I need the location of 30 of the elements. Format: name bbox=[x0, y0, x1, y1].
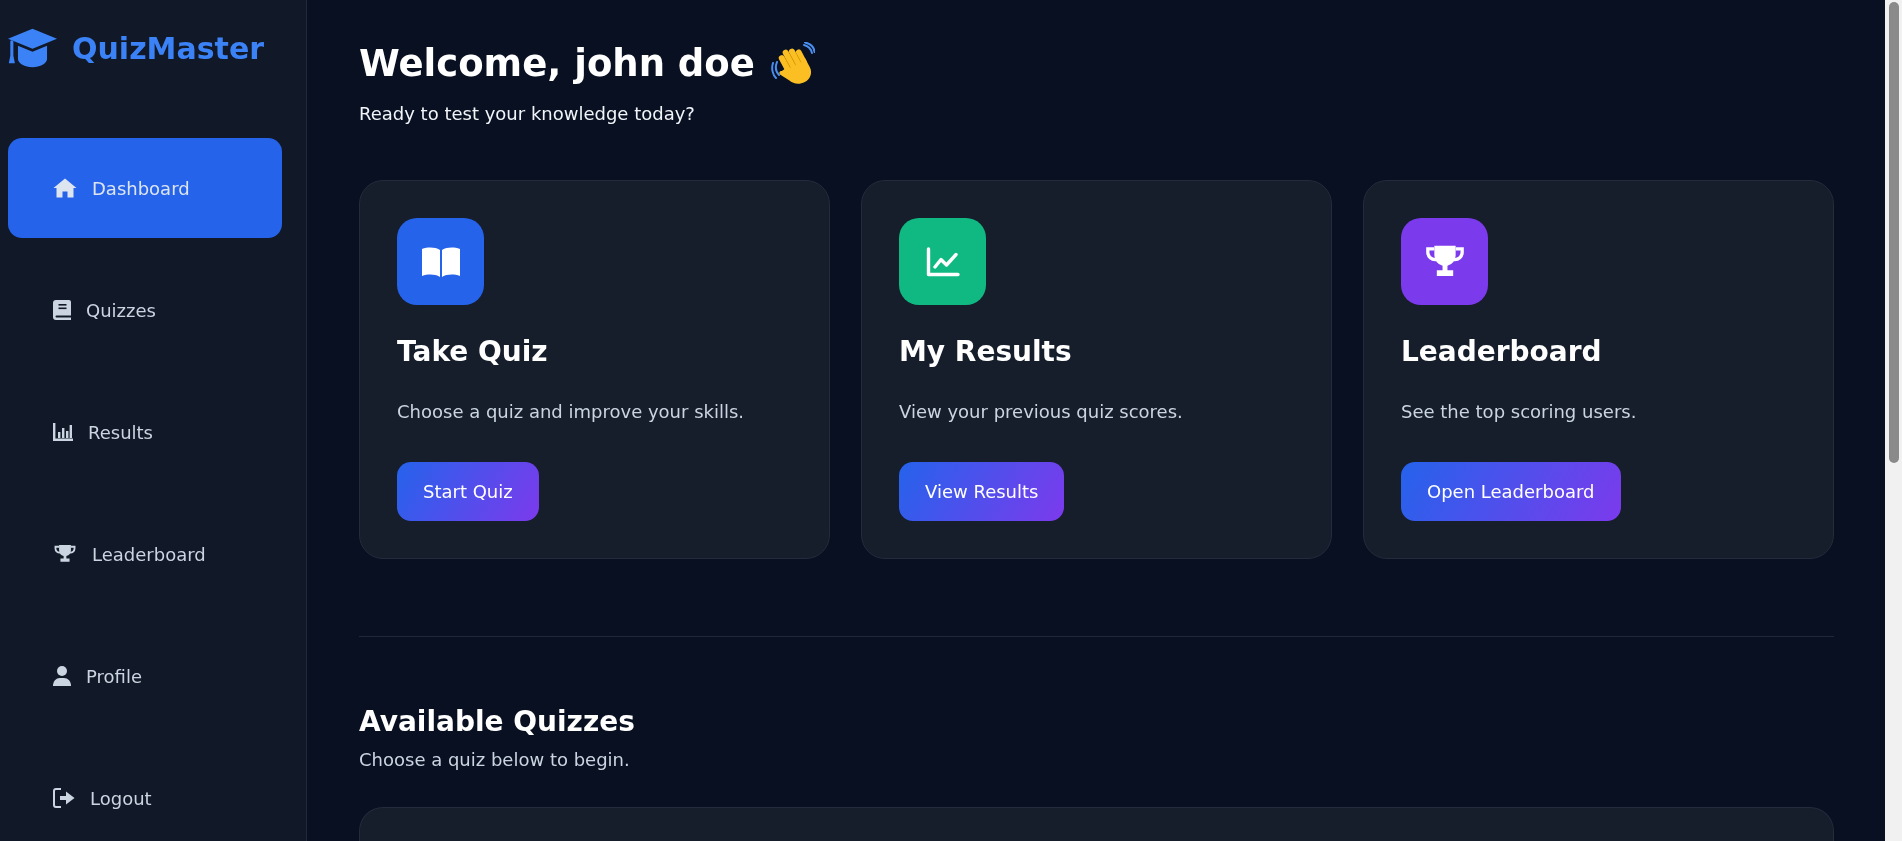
card-description: Choose a quiz and improve your skills. bbox=[397, 400, 745, 424]
scrollbar[interactable] bbox=[1885, 0, 1902, 841]
welcome-subtitle: Ready to test your knowledge today? bbox=[359, 102, 696, 126]
sidebar-nav-item[interactable]: Profile bbox=[8, 638, 282, 714]
sidebar-nav-item[interactable]: Dashboard bbox=[8, 138, 282, 238]
action-button[interactable]: View Results bbox=[899, 462, 1065, 521]
bar-chart-icon bbox=[53, 423, 73, 441]
action-button[interactable]: Start Quiz bbox=[397, 462, 539, 521]
card-description: See the top scoring users. bbox=[1401, 400, 1637, 424]
action-button[interactable]: Open Leaderboard bbox=[1401, 462, 1621, 521]
card-title: Take Quiz bbox=[397, 334, 548, 370]
card-title: Leaderboard bbox=[1401, 334, 1602, 370]
sidebar-nav-item[interactable]: Logout bbox=[8, 760, 282, 836]
trophy-icon bbox=[53, 544, 77, 564]
logout-icon bbox=[53, 788, 75, 808]
section-subtitle: Choose a quiz below to begin. bbox=[359, 748, 631, 772]
user-icon bbox=[53, 666, 71, 686]
card-title: My Results bbox=[899, 334, 1072, 370]
graduation-cap-icon bbox=[8, 28, 57, 68]
book-icon bbox=[53, 300, 71, 320]
sidebar-nav-item[interactable]: Leaderboard bbox=[8, 516, 282, 592]
sidebar-nav-item[interactable]: Quizzes bbox=[8, 272, 282, 348]
waving-hand-icon bbox=[770, 42, 815, 86]
scrollbar-thumb[interactable] bbox=[1889, 2, 1899, 463]
card-description: View your previous quiz scores. bbox=[899, 400, 1183, 424]
app-logo-text: QuizMaster bbox=[72, 30, 265, 66]
welcome-heading: Welcome, john doe bbox=[359, 41, 755, 87]
home-icon bbox=[53, 178, 77, 198]
sidebar-nav-item[interactable]: Results bbox=[8, 394, 282, 470]
section-heading: Available Quizzes bbox=[359, 704, 636, 740]
